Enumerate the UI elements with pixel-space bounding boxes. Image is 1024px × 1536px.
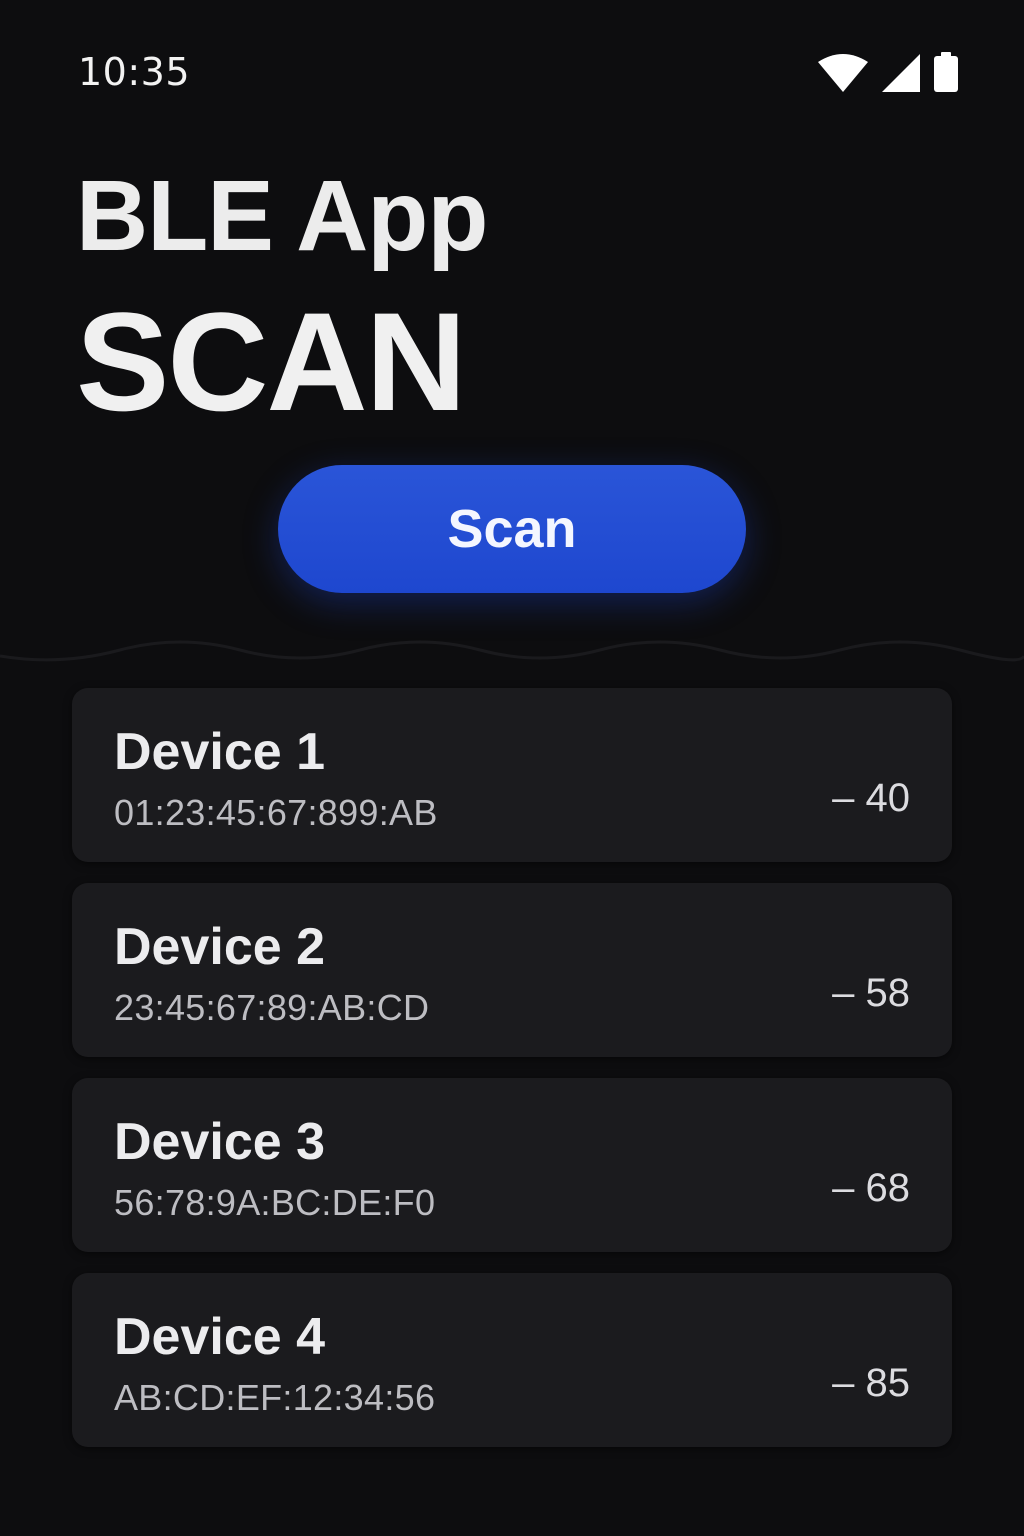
status-icons — [818, 52, 958, 92]
device-name: Device 1 — [114, 723, 326, 781]
device-rssi: – 58 — [832, 971, 910, 1015]
cell-signal-icon — [882, 54, 920, 92]
device-address: AB:CD:EF:12:34:56 — [114, 1377, 436, 1418]
app-title: BLE App — [76, 160, 488, 272]
battery-icon — [934, 52, 958, 92]
device-name: Device 4 — [114, 1308, 326, 1366]
scan-button[interactable]: Scan — [278, 465, 746, 593]
status-time: 10:35 — [78, 50, 191, 94]
device-list-item[interactable]: Device 3 56:78:9A:BC:DE:F0 – 68 — [72, 1078, 952, 1252]
wifi-icon — [818, 52, 868, 92]
device-list-item[interactable]: Device 1 01:23:45:67:899:AB – 40 — [72, 688, 952, 862]
wave-divider — [0, 640, 1024, 662]
device-list: Device 1 01:23:45:67:899:AB – 40 Device … — [72, 688, 952, 1468]
device-rssi: – 40 — [832, 776, 910, 820]
device-address: 23:45:67:89:AB:CD — [114, 987, 430, 1028]
page-title: SCAN — [76, 283, 467, 440]
device-rssi: – 85 — [832, 1361, 910, 1405]
device-address: 01:23:45:67:899:AB — [114, 792, 438, 833]
device-rssi: – 68 — [832, 1166, 910, 1210]
device-list-item[interactable]: Device 2 23:45:67:89:AB:CD – 58 — [72, 883, 952, 1057]
device-name: Device 3 — [114, 1113, 326, 1171]
device-list-item[interactable]: Device 4 AB:CD:EF:12:34:56 – 85 — [72, 1273, 952, 1447]
device-name: Device 2 — [114, 918, 326, 976]
device-address: 56:78:9A:BC:DE:F0 — [114, 1182, 436, 1223]
status-bar: 10:35 — [0, 0, 1024, 140]
